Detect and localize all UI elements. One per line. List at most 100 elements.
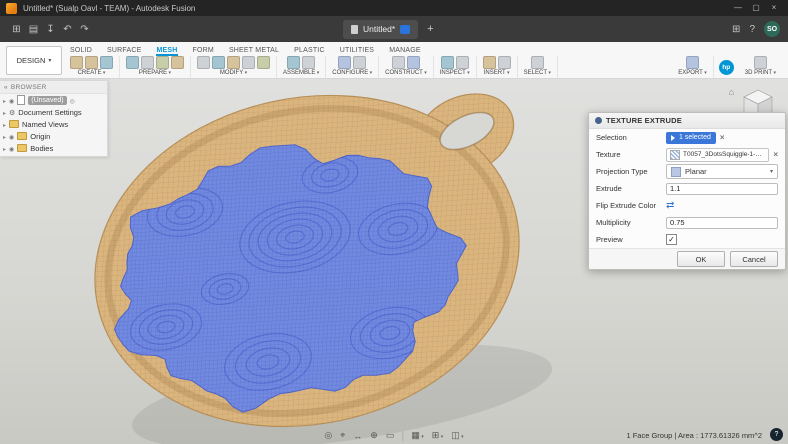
close-icon[interactable]: × [766,0,782,16]
tab-plastic[interactable]: PLASTIC [294,47,325,56]
clear-texture-icon[interactable] [773,151,778,159]
multiplicity-input[interactable] [666,216,778,229]
chevron-right-icon[interactable] [3,108,6,117]
ribbon-group-label[interactable]: CONFIGURE [332,70,372,76]
tab-solid[interactable]: SOLID [70,47,92,56]
pan-icon[interactable]: ↔ [353,431,362,441]
tree-item-origin[interactable]: Origin [0,130,107,142]
ribbon-group-label[interactable]: PREPARE [139,70,171,76]
ribbon-icon[interactable] [100,55,113,69]
tab-surface[interactable]: SURFACE [107,47,141,56]
selection-chip[interactable]: 1 selected [666,131,716,144]
undo-icon[interactable]: ↶ [59,24,76,35]
tree-item-document-settings[interactable]: Document Settings [0,106,107,118]
ribbon-group-label[interactable]: EXPORT [678,70,706,76]
preview-checkbox[interactable] [666,234,677,245]
ribbon-group-label[interactable]: CONSTRUCT [385,70,427,76]
viewport[interactable]: « BROWSER (Unsaved) Document Settings Na… [0,79,788,444]
avatar[interactable]: SO [764,21,780,37]
dialog-header[interactable]: TEXTURE EXTRUDE [589,113,785,129]
ribbon-group-label[interactable]: 3D PRINT [745,70,776,76]
ribbon-icon[interactable] [440,55,454,69]
tab-mesh[interactable]: MESH [156,47,178,56]
ribbon-icon[interactable] [212,55,225,69]
data-panel-icon[interactable]: ⊞ [8,24,25,35]
visibility-icon[interactable] [9,132,14,141]
chevron-right-icon[interactable] [3,120,6,129]
zoom-icon[interactable]: ⊕ [370,430,378,441]
printer-icon[interactable] [753,55,767,69]
ribbon-icon[interactable] [156,55,169,69]
ribbon-icon[interactable] [353,55,367,69]
gear-icon [9,108,15,117]
ribbon-icon[interactable] [197,55,210,69]
collapse-icon[interactable]: « [4,84,8,91]
ribbon-icon[interactable] [406,55,420,69]
viewports-icon[interactable]: ◫ [451,430,463,441]
ribbon-group-label[interactable]: INSPECT [440,70,470,76]
ribbon-icon[interactable] [482,55,496,69]
extrude-input[interactable] [666,182,778,195]
minimize-icon[interactable]: — [730,0,746,16]
ribbon-icon[interactable] [302,55,316,69]
workspace-selector[interactable]: DESIGN [6,46,62,75]
flip-extrude-icon[interactable]: ⇄ [666,200,674,211]
file-menu-icon[interactable]: ▤ [25,24,42,35]
document-tab[interactable]: Untitled* [343,19,419,39]
ribbon-icon[interactable] [287,55,301,69]
visibility-icon[interactable] [9,144,14,153]
visibility-icon[interactable] [9,96,14,105]
ribbon-group-label[interactable]: ASSEMBLE [283,70,319,76]
ribbon-icon[interactable] [141,55,154,69]
ribbon-icon[interactable] [242,55,255,69]
ribbon-group-label[interactable]: MODIFY [220,70,247,76]
ribbon-icon[interactable] [70,55,83,69]
export-icon[interactable] [686,55,700,69]
texture-file-chip[interactable]: T0057_3DotsSquiggle-1-HEIGHT.png [666,147,770,162]
focus-icon[interactable] [70,96,75,105]
assistant-button[interactable] [770,428,783,441]
ribbon-icon[interactable] [497,55,511,69]
chevron-right-icon[interactable] [3,144,6,153]
look-at-icon[interactable]: ⌖ [340,430,345,441]
help-icon[interactable]: ? [749,24,755,35]
ribbon-icon[interactable] [126,55,139,69]
tab-sheet-metal[interactable]: SHEET METAL [229,47,279,56]
tree-item-root[interactable]: (Unsaved) [0,94,107,106]
tree-item-named-views[interactable]: Named Views [0,118,107,130]
ribbon-icon[interactable] [391,55,405,69]
tab-form[interactable]: FORM [193,47,214,56]
home-icon[interactable]: ⌂ [729,87,734,97]
grid-settings-icon[interactable]: ⊞ [432,430,443,441]
ribbon-icon[interactable] [455,55,469,69]
ribbon-icon[interactable] [530,55,544,69]
maximize-icon[interactable]: ▢ [748,0,764,16]
display-settings-icon[interactable]: ▦ [411,430,423,441]
fit-icon[interactable]: ▭ [386,430,395,441]
ribbon-icon[interactable] [85,55,98,69]
cancel-button[interactable]: Cancel [730,251,778,267]
root-document-label[interactable]: (Unsaved) [28,95,67,105]
orbit-icon[interactable]: ◎ [324,430,332,441]
clear-selection-icon[interactable] [720,134,725,142]
ribbon-icon[interactable] [227,55,240,69]
projection-type-select[interactable]: Planar [666,164,778,179]
ribbon-group-label[interactable]: CREATE [78,70,106,76]
redo-icon[interactable]: ↷ [76,24,93,35]
planar-icon [671,166,681,177]
ribbon-group-label[interactable]: SELECT [524,70,551,76]
ribbon-group-label[interactable]: INSERT [484,70,510,76]
tab-utilities[interactable]: UTILITIES [340,47,374,56]
projection-value: Planar [685,167,707,176]
chevron-right-icon[interactable] [3,96,6,105]
save-icon[interactable]: ↧ [42,24,59,35]
tree-item-bodies[interactable]: Bodies [0,142,107,154]
ribbon-icon[interactable] [171,55,184,69]
extensions-icon[interactable]: ⊞ [732,24,740,35]
new-tab-button[interactable]: + [427,23,433,35]
chevron-right-icon[interactable] [3,132,6,141]
tab-manage[interactable]: MANAGE [389,47,421,56]
ok-button[interactable]: OK [677,251,725,267]
ribbon-icon[interactable] [338,55,352,69]
ribbon-icon[interactable] [257,55,270,69]
